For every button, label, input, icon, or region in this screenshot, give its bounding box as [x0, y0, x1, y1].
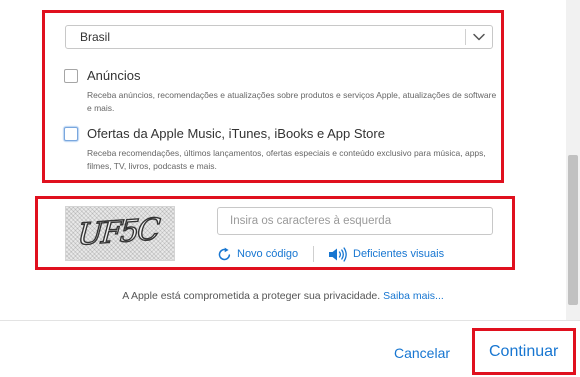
vertical-scrollbar[interactable] [566, 0, 580, 320]
privacy-notice: A Apple está comprometida a proteger sua… [0, 290, 566, 302]
offers-description: Receba recomendações, últimos lançamento… [87, 148, 486, 171]
refresh-icon [217, 247, 232, 262]
speaker-icon [328, 246, 348, 262]
itunes-account-dialog: Brasil Anúncios Receba anúncios, recomen… [0, 0, 580, 377]
new-code-link[interactable]: Novo código [217, 246, 298, 262]
continue-button[interactable]: Continuar [489, 343, 558, 361]
privacy-text: A Apple está comprometida a proteger sua… [122, 290, 381, 302]
captcha-links-divider [313, 246, 314, 262]
captcha-input[interactable] [217, 207, 493, 235]
offers-checkbox[interactable] [64, 127, 78, 141]
select-divider [465, 29, 466, 45]
cancel-button[interactable]: Cancelar [394, 345, 450, 361]
country-select[interactable]: Brasil [65, 25, 493, 49]
audio-captcha-label: Deficientes visuais [353, 248, 445, 260]
ads-label: Anúncios [87, 68, 141, 83]
new-code-label: Novo código [237, 248, 299, 260]
ads-description: Receba anúncios, recomendações e atualiz… [87, 90, 497, 113]
dialog-footer: Cancelar Continuar [0, 320, 580, 377]
audio-captcha-link[interactable]: Deficientes visuais [328, 246, 444, 262]
captcha-image-text: UF5C [76, 212, 161, 254]
dialog-content: Brasil Anúncios Receba anúncios, recomen… [0, 0, 566, 320]
offers-label: Ofertas da Apple Music, iTunes, iBooks e… [87, 126, 385, 141]
privacy-learn-more-link[interactable]: Saiba mais... [383, 290, 444, 302]
chevron-down-icon[interactable] [472, 30, 486, 44]
scrollbar-thumb[interactable] [568, 155, 578, 305]
captcha-image: UF5C [65, 206, 175, 261]
ads-checkbox[interactable] [64, 69, 78, 83]
country-select-value: Brasil [80, 30, 111, 44]
